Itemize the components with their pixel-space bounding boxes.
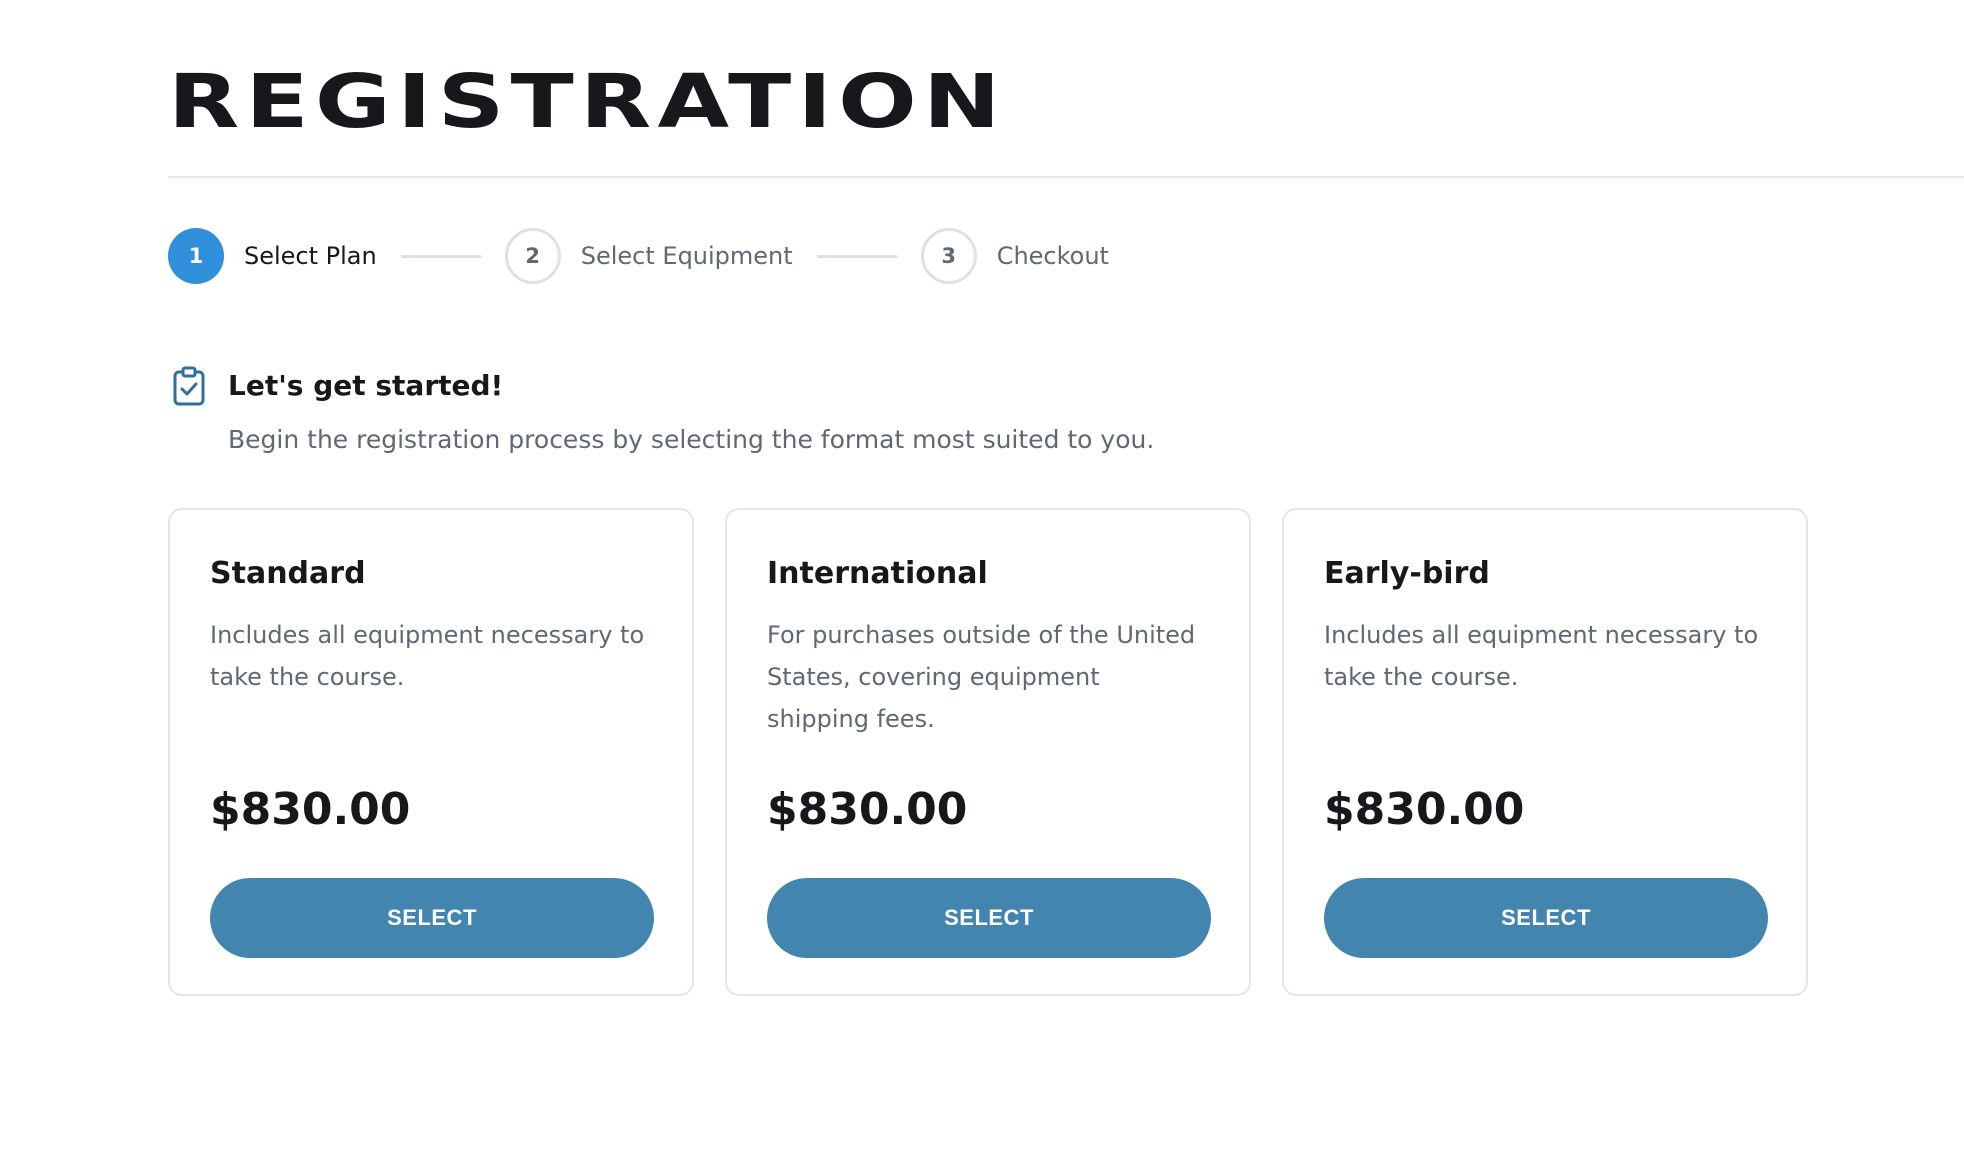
select-standard-button[interactable]: SELECT (210, 878, 654, 958)
plan-card-international: International For purchases outside of t… (725, 508, 1251, 996)
step-number-badge: 2 (504, 228, 561, 284)
registration-stepper: 1 Select Plan 2 Select Equipment 3 Check… (168, 228, 1109, 284)
step-connector (816, 254, 897, 258)
step-checkout[interactable]: 3 Checkout (920, 228, 1109, 284)
step-connector (400, 254, 481, 258)
plan-description: Includes all equipment necessary to take… (210, 621, 645, 691)
intro-description: Begin the registration process by select… (228, 425, 1155, 454)
step-select-equipment[interactable]: 2 Select Equipment (504, 228, 793, 284)
step-label: Checkout (996, 242, 1109, 270)
plan-description: Includes all equipment necessary to take… (1324, 621, 1759, 691)
select-international-button[interactable]: SELECT (767, 878, 1211, 958)
plan-card-standard: Standard Includes all equipment necessar… (168, 508, 694, 996)
plan-title: Standard (210, 556, 366, 591)
plan-description: For purchases outside of the United Stat… (767, 621, 1196, 733)
registration-page: REGISTRATION 1 Select Plan 2 Select Equi… (0, 0, 1964, 1153)
plan-title: Early-bird (1324, 556, 1490, 591)
intro-heading: Let's get started! (228, 369, 504, 402)
plan-title: International (767, 556, 988, 591)
title-divider (168, 176, 1964, 178)
clipboard-check-icon (172, 366, 206, 406)
step-label: Select Equipment (580, 242, 793, 270)
plan-price: $830.00 (210, 784, 411, 835)
select-early-bird-button[interactable]: SELECT (1324, 878, 1768, 958)
plan-price: $830.00 (1324, 784, 1525, 835)
step-number-badge: 1 (168, 228, 224, 284)
plan-card-early-bird: Early-bird Includes all equipment necess… (1282, 508, 1808, 996)
step-select-plan[interactable]: 1 Select Plan (168, 228, 377, 284)
step-label: Select Plan (244, 242, 377, 270)
step-number-badge: 3 (920, 228, 977, 284)
plan-price: $830.00 (767, 784, 968, 835)
page-title: REGISTRATION (168, 59, 1007, 145)
